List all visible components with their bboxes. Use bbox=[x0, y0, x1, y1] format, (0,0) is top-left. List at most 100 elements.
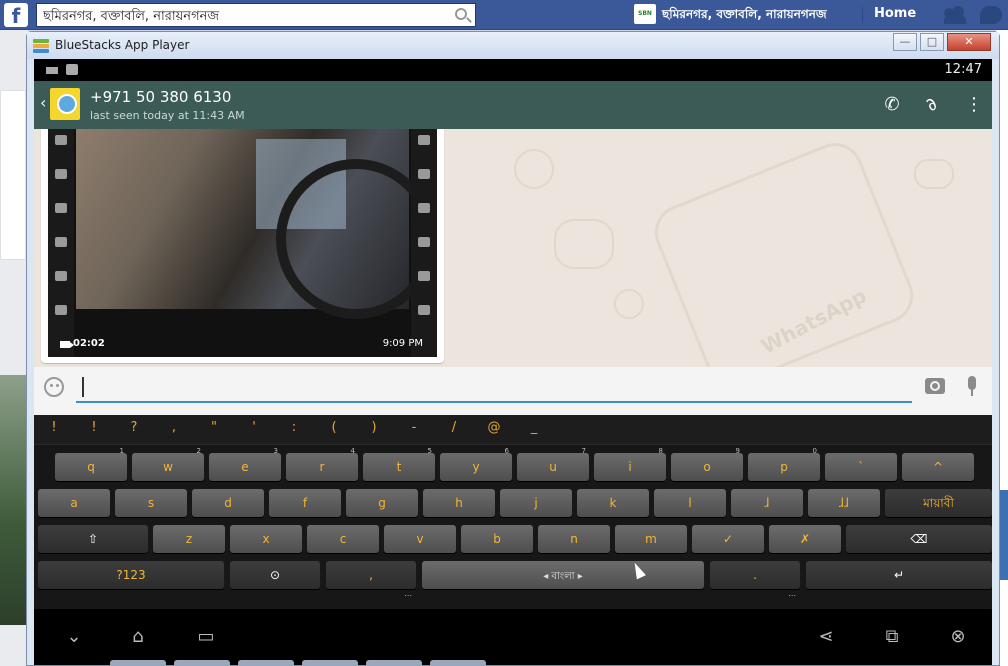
video-thumbnail[interactable]: 02:02 9:09 PM bbox=[48, 129, 437, 357]
page-logo[interactable]: SBN bbox=[634, 4, 656, 24]
symbol-key[interactable]: ! bbox=[42, 420, 66, 435]
divider bbox=[862, 7, 863, 23]
key-w[interactable]: w2 bbox=[132, 447, 204, 481]
key-q[interactable]: q1 bbox=[55, 447, 127, 481]
symbol-key[interactable]: / bbox=[442, 420, 466, 435]
key-p[interactable]: p0 bbox=[748, 447, 820, 481]
symbol-key[interactable]: ) bbox=[362, 420, 386, 435]
key-backtick[interactable]: ` bbox=[825, 453, 897, 481]
back-icon[interactable]: ‹ bbox=[40, 93, 46, 112]
phone-icon[interactable]: ✆ bbox=[880, 93, 904, 117]
key-check[interactable]: ✓ bbox=[692, 525, 764, 553]
key-t[interactable]: t5 bbox=[363, 447, 435, 481]
key-c[interactable]: c bbox=[307, 525, 379, 553]
key-hint: 9 bbox=[735, 447, 740, 455]
close-button[interactable]: ✕ bbox=[947, 33, 991, 51]
close-app-icon[interactable]: ⊗ bbox=[938, 623, 978, 651]
shift-key[interactable]: ⇧ bbox=[38, 525, 148, 553]
key-z[interactable]: z bbox=[153, 525, 225, 553]
key-x[interactable]: x bbox=[230, 525, 302, 553]
share-icon[interactable]: ⋖ bbox=[806, 623, 846, 651]
message-input[interactable] bbox=[76, 373, 912, 403]
key-b[interactable]: b bbox=[461, 525, 533, 553]
key-j[interactable]: j bbox=[500, 489, 572, 517]
key-caret[interactable]: ^ bbox=[902, 453, 974, 481]
numbers-key[interactable]: ?123 bbox=[38, 561, 224, 589]
key-d[interactable]: d bbox=[192, 489, 264, 517]
backspace-key[interactable]: ⌫ bbox=[846, 525, 992, 553]
settings-key[interactable]: ⊙ bbox=[230, 561, 320, 589]
key-g[interactable]: g bbox=[346, 489, 418, 517]
facebook-logo[interactable]: f bbox=[4, 3, 28, 28]
key-l[interactable]: l bbox=[654, 489, 726, 517]
symbol-key[interactable]: ' bbox=[242, 420, 266, 435]
video-frame bbox=[76, 129, 436, 319]
minimize-button[interactable]: — bbox=[893, 33, 917, 51]
key-v[interactable]: v bbox=[384, 525, 456, 553]
symbol-key[interactable]: - bbox=[402, 420, 426, 435]
key-hint: 7 bbox=[581, 447, 586, 455]
language-key[interactable]: মায়াবী bbox=[885, 489, 992, 517]
symbol-key[interactable]: ? bbox=[122, 420, 146, 435]
symbol-key[interactable]: ( bbox=[322, 420, 346, 435]
maximize-button[interactable]: □ bbox=[920, 33, 944, 51]
bag-status-icon bbox=[66, 64, 78, 75]
key-i[interactable]: i8 bbox=[594, 447, 666, 481]
key-label: ^ bbox=[932, 460, 944, 474]
key-u[interactable]: u7 bbox=[517, 447, 589, 481]
key-a[interactable]: a bbox=[38, 489, 110, 517]
hide-keyboard-icon[interactable]: ⌄ bbox=[54, 623, 94, 651]
symbol-key[interactable]: ! bbox=[82, 420, 106, 435]
overflow-menu-icon[interactable]: ⋮ bbox=[962, 93, 986, 117]
mic-icon[interactable] bbox=[968, 376, 976, 396]
attach-icon[interactable]: ∂ bbox=[915, 88, 949, 122]
avatar[interactable] bbox=[50, 88, 80, 120]
key-m[interactable]: m bbox=[615, 525, 687, 553]
key-k[interactable]: k bbox=[577, 489, 649, 517]
key-bangla-sign[interactable]: ɺ bbox=[731, 489, 803, 517]
left-photo bbox=[0, 375, 26, 625]
friend-requests-icon[interactable] bbox=[944, 6, 966, 24]
enter-key[interactable]: ↵ bbox=[806, 561, 992, 589]
symbol-key[interactable]: " bbox=[202, 420, 226, 435]
symbol-key[interactable]: , bbox=[162, 420, 186, 435]
enter-icon: ↵ bbox=[893, 568, 905, 582]
key-r[interactable]: r4 bbox=[286, 447, 358, 481]
key-n[interactable]: n bbox=[538, 525, 610, 553]
home-link[interactable]: Home bbox=[874, 6, 916, 21]
key-label: t bbox=[396, 460, 402, 474]
recent-apps-icon[interactable]: ▭ bbox=[186, 623, 226, 651]
symbol-key[interactable]: _ bbox=[522, 420, 546, 435]
messages-icon[interactable] bbox=[980, 6, 1002, 24]
symbol-key[interactable]: : bbox=[282, 420, 306, 435]
key-cross[interactable]: ✗ bbox=[769, 525, 841, 553]
key-label: q bbox=[87, 460, 95, 474]
chat-header: ‹ +971 50 380 6130 last seen today at 11… bbox=[34, 81, 992, 129]
contact-number[interactable]: +971 50 380 6130 bbox=[90, 88, 231, 106]
period-key[interactable]: .... bbox=[710, 561, 800, 598]
key-s[interactable]: s bbox=[115, 489, 187, 517]
space-key[interactable]: ◂ বাংলা ▸ bbox=[422, 561, 704, 589]
keyboard: ! ! ? , " ' : ( ) - / @ _ q1 w2 e3 r 4 t… bbox=[34, 415, 992, 609]
key-hint: 6 bbox=[504, 447, 509, 455]
emoji-icon[interactable] bbox=[44, 377, 64, 397]
key-y[interactable]: y6 bbox=[440, 447, 512, 481]
key-o[interactable]: o9 bbox=[671, 447, 743, 481]
key-e[interactable]: e3 bbox=[209, 447, 281, 481]
symbol-key[interactable]: @ bbox=[482, 420, 506, 435]
film-strip-right bbox=[411, 129, 437, 357]
facebook-search-input[interactable]: ছমিরনগর, বক্তাবলি, নারায়নগনজ bbox=[36, 3, 476, 27]
video-camera-icon bbox=[60, 341, 74, 348]
key-bangla-sign-double[interactable]: ɺɺ bbox=[808, 489, 880, 517]
comma-key[interactable]: ,... bbox=[326, 561, 416, 598]
camera-icon[interactable] bbox=[925, 378, 945, 394]
bluestacks-titlebar[interactable]: BlueStacks App Player — □ ✕ bbox=[27, 32, 999, 59]
key-h[interactable]: h bbox=[423, 489, 495, 517]
page-name-link[interactable]: ছমিরনগর, বক্তাবলি, নারায়নগনজ bbox=[662, 6, 827, 26]
video-message-bubble[interactable]: 02:02 9:09 PM bbox=[41, 129, 444, 363]
rotate-screen-icon[interactable]: ⧉ bbox=[872, 623, 912, 651]
home-icon[interactable]: ⌂ bbox=[118, 623, 158, 651]
key-f[interactable]: f bbox=[269, 489, 341, 517]
facebook-left-column bbox=[0, 30, 28, 666]
search-icon[interactable] bbox=[455, 8, 467, 20]
